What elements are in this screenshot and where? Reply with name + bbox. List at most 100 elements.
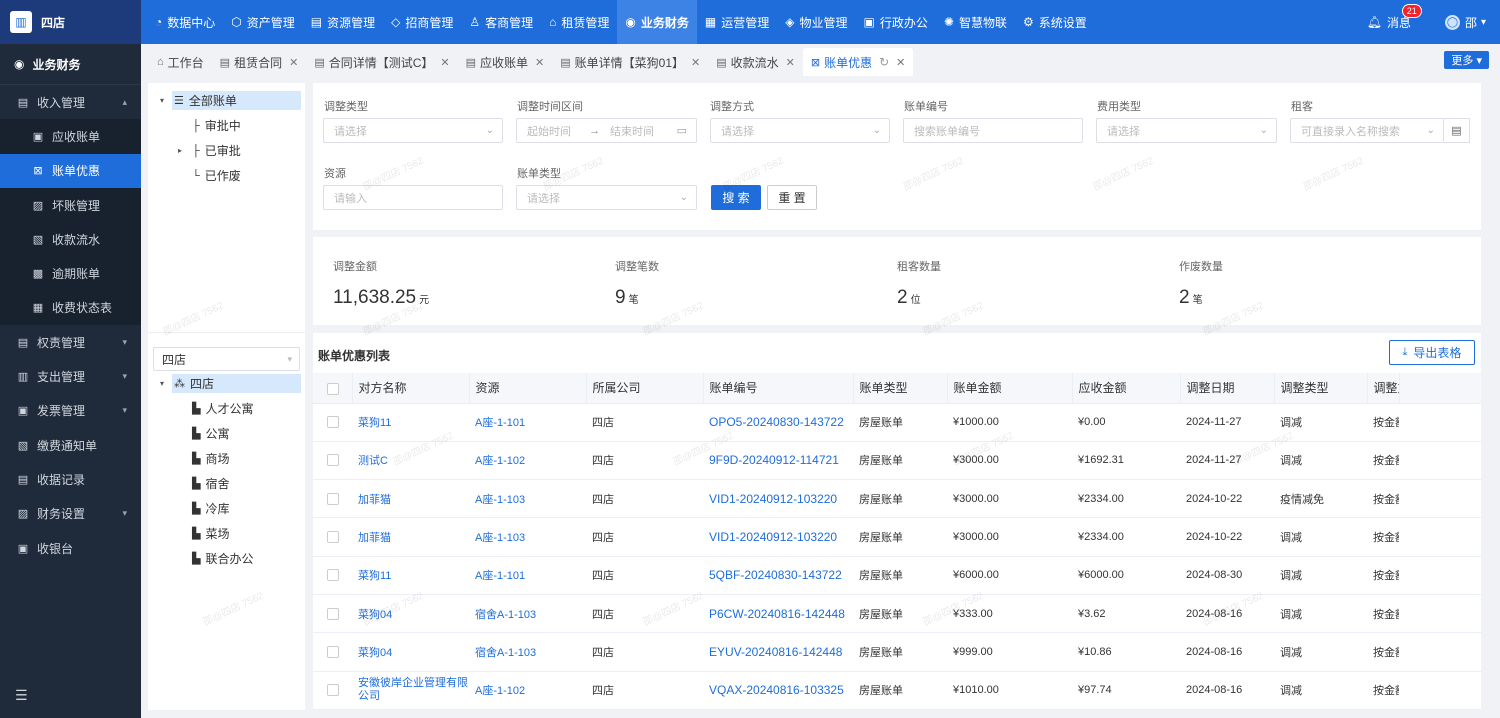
more-tabs-button[interactable]: 更多 ▾ [1444,51,1489,69]
top-menu-item-3[interactable]: ◇ 招商管理 [383,0,461,44]
refresh-icon[interactable]: ↻ [879,55,889,69]
user-menu[interactable]: ◯ 邵 ▾ [1444,14,1486,31]
cell-party[interactable]: 安徽彼岸企业管理有限公司 [352,671,469,710]
sidebar-item-6[interactable]: ▦ 收费状态表 [0,290,141,326]
search-button[interactable]: 搜 索 [711,185,761,210]
cell-bill-no[interactable]: EYUV-20240816-142448 [703,632,853,672]
cell-resource[interactable]: A座-1-101 [469,403,586,442]
sidebar-item-0[interactable]: ▤ 收入管理 ▴ [0,85,141,119]
brand-logo[interactable]: ▥ 四店 [0,0,141,44]
cell-resource[interactable]: A座-1-103 [469,479,586,519]
project-select[interactable]: 四店 ▾ [153,347,300,371]
adjust-method-select[interactable]: 请选择 ⌄ [710,118,890,143]
close-icon[interactable]: ✕ [440,56,449,69]
top-menu-item-2[interactable]: ▤ 资源管理 [303,0,383,44]
close-icon[interactable]: ✕ [289,56,298,69]
row-checkbox[interactable] [327,416,339,429]
close-icon[interactable]: ✕ [786,56,795,69]
tab-1[interactable]: ▤ 租赁合同 ✕ [211,48,307,76]
top-menu-item-0[interactable]: ◔ 数据中心 [147,0,223,44]
sidebar-item-3[interactable]: ▨ 坏账管理 [0,187,141,223]
adjust-time-range-picker[interactable]: 起始时间 → 结束时间 ▭ [516,118,697,143]
top-menu-item-1[interactable]: ⬡ 资产管理 [223,0,303,44]
tree-node[interactable]: └ 已作废 [148,163,305,188]
sidebar-item-9[interactable]: ▣ 发票管理 ▾ [0,394,141,428]
tree-node[interactable]: ▙ 菜场 [148,521,305,546]
cell-party[interactable]: 菜狗04 [352,594,469,634]
bill-type-select[interactable]: 请选择 ⌄ [516,185,697,210]
reset-button[interactable]: 重 置 [767,185,817,210]
top-menu-item-9[interactable]: ▣ 行政办公 [856,0,936,44]
row-checkbox-cell[interactable] [313,556,352,595]
sidebar-item-4[interactable]: ▧ 收款流水 [0,222,141,257]
collapse-menu-icon[interactable]: ☰ [15,687,28,704]
top-menu-item-4[interactable]: ♙ 客商管理 [461,0,541,44]
tab-5[interactable]: ▤ 收款流水 ✕ [708,48,803,76]
cell-resource[interactable]: 宿舍A-1-103 [469,594,586,634]
fee-type-select[interactable]: 请选择 ⌄ [1096,118,1277,143]
row-checkbox-cell[interactable] [313,479,352,519]
cell-resource[interactable]: A座-1-102 [469,441,586,481]
tab-4[interactable]: ▤ 账单详情【菜狗01】 ✕ [552,48,709,76]
cell-bill-no[interactable]: OPO5-20240830-143722 [703,403,853,442]
export-button[interactable]: ⤓ 导出表格 [1389,340,1475,365]
cell-bill-no[interactable]: VID1-20240912-103220 [703,517,853,557]
tree-node[interactable]: ▙ 人才公寓 [148,396,305,421]
cell-resource[interactable]: A座-1-101 [469,556,586,595]
cell-party[interactable]: 菜狗11 [352,403,469,442]
tree-node[interactable]: ▙ 商场 [148,446,305,471]
select-all-checkbox[interactable] [327,382,339,395]
close-icon[interactable]: ✕ [896,56,905,69]
tenant-select[interactable]: 可直接录入名称搜索 ⌄ [1290,118,1444,143]
close-icon[interactable]: ✕ [535,56,544,69]
messages-button[interactable]: 🔔︎ 消息 21 [1367,3,1422,31]
row-checkbox-cell[interactable] [313,671,352,710]
tab-3[interactable]: ▤ 应收账单 ✕ [457,48,553,76]
cell-resource[interactable]: 宿舍A-1-103 [469,632,586,672]
row-checkbox[interactable] [327,607,339,620]
row-checkbox-cell[interactable] [313,594,352,634]
row-checkbox[interactable] [327,684,339,697]
top-menu-item-5[interactable]: ⌂ 租赁管理 [541,0,617,44]
sidebar-item-12[interactable]: ▨ 财务设置 ▾ [0,497,141,531]
top-menu-item-11[interactable]: ⚙ 系统设置 [1015,0,1095,44]
row-checkbox-cell[interactable] [313,403,352,442]
top-menu-item-6[interactable]: ◉ 业务财务 [617,0,697,44]
sidebar-item-8[interactable]: ▥ 支出管理 ▾ [0,359,141,393]
tree-node[interactable]: ▙ 联合办公 [148,546,305,571]
cell-party[interactable]: 加菲猫 [352,479,469,519]
tree-node[interactable]: ▙ 宿舍 [148,471,305,496]
cell-resource[interactable]: A座-1-103 [469,517,586,557]
top-menu-item-7[interactable]: ▦ 运营管理 [697,0,777,44]
top-menu-item-10[interactable]: ✺ 智慧物联 [936,0,1015,44]
row-checkbox[interactable] [327,569,339,582]
close-icon[interactable]: ✕ [691,56,700,69]
tree-node[interactable]: ▾ ☰ 全部账单 [148,88,305,113]
tab-6[interactable]: ⊠ 账单优惠 ↻ ✕ [802,48,914,76]
tree-node[interactable]: ▸ ├ 已审批 [148,138,305,163]
cell-resource[interactable]: A座-1-102 [469,671,586,710]
select-all-checkbox-cell[interactable] [313,373,353,404]
cell-party[interactable]: 加菲猫 [352,517,469,557]
tree-node[interactable]: ├ 审批中 [148,113,305,138]
cell-bill-no[interactable]: P6CW-20240816-142448 [703,594,853,634]
cell-bill-no[interactable]: VQAX-20240816-103325 [703,671,853,710]
row-checkbox-cell[interactable] [313,632,352,672]
cell-bill-no[interactable]: 9F9D-20240912-114721 [703,441,853,481]
row-checkbox[interactable] [327,492,339,505]
row-checkbox[interactable] [327,645,339,658]
row-checkbox-cell[interactable] [313,441,352,481]
tab-2[interactable]: ▤ 合同详情【测试C】 ✕ [306,48,458,76]
sidebar-item-10[interactable]: ▧ 缴费通知单 [0,428,141,462]
cell-party[interactable]: 菜狗04 [352,632,469,672]
sidebar-item-11[interactable]: ▤ 收据记录 [0,462,141,496]
tree-node[interactable]: ▙ 公寓 [148,421,305,446]
row-checkbox-cell[interactable] [313,517,352,557]
sidebar-item-5[interactable]: ▩ 逾期账单 [0,256,141,291]
resource-input[interactable]: 请输入 [323,185,503,210]
cell-bill-no[interactable]: VID1-20240912-103220 [703,479,853,519]
sidebar-item-13[interactable]: ▣ 收银台 [0,531,141,565]
adjust-type-select[interactable]: 请选择 ⌄ [323,118,503,143]
sidebar-item-1[interactable]: ▣ 应收账单 [0,119,141,154]
cell-bill-no[interactable]: 5QBF-20240830-143722 [703,556,853,595]
